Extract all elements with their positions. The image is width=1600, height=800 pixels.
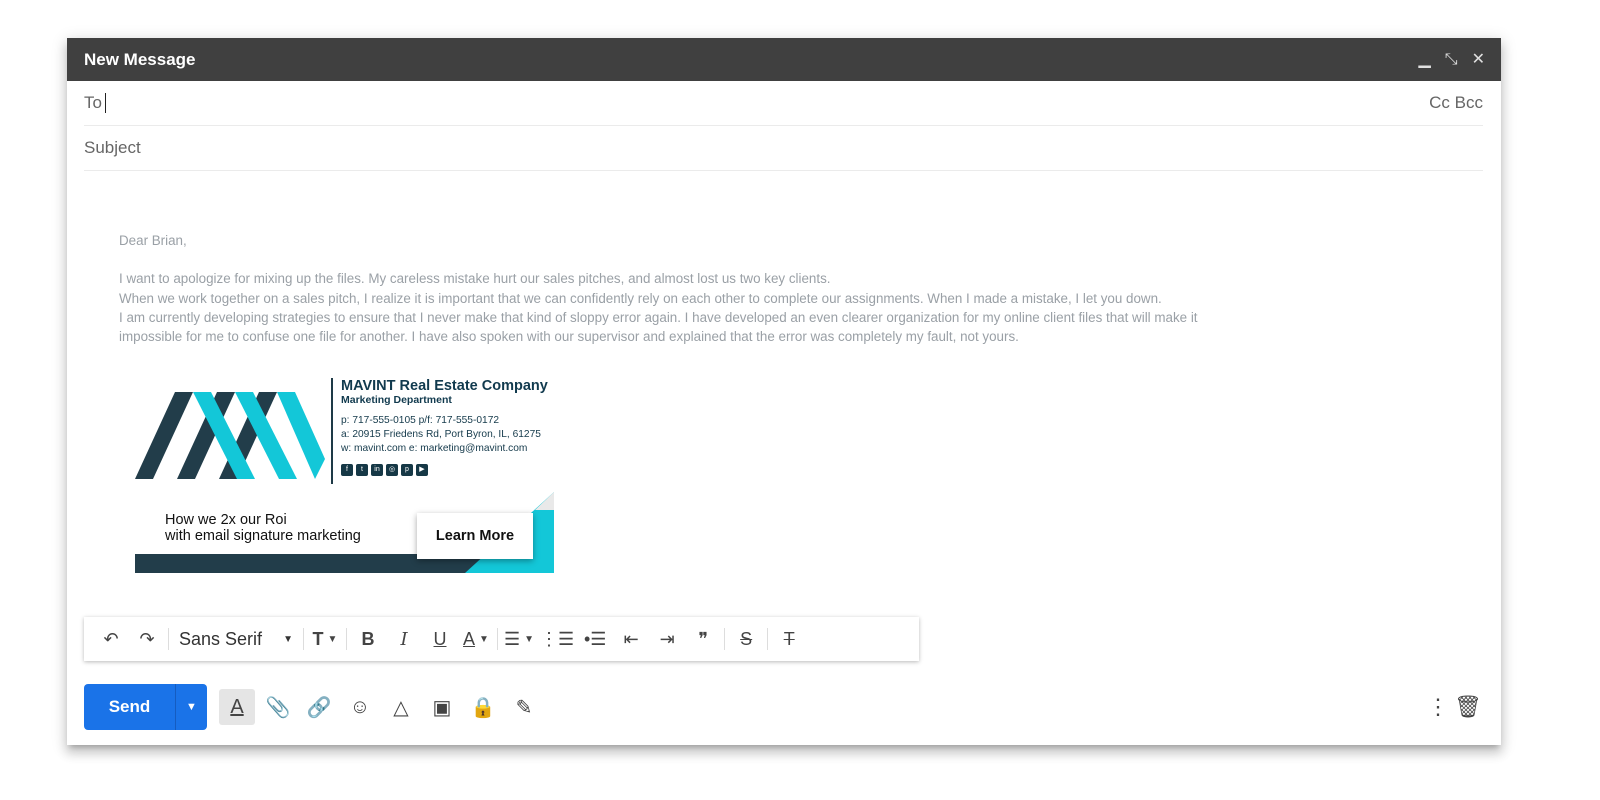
- quote-icon[interactable]: ❞: [688, 624, 718, 654]
- social-icons: f t in ◎ p ▶: [341, 464, 548, 476]
- subject-field[interactable]: Subject: [84, 126, 1483, 171]
- insert-link-icon[interactable]: 🔗: [301, 689, 337, 725]
- text-color-icon[interactable]: A ▼: [461, 624, 491, 654]
- align-icon[interactable]: ☰ ▼: [504, 624, 534, 654]
- phone-line: p: 717-555-0105 p/f: 717-555-0172: [341, 415, 500, 426]
- attach-file-icon[interactable]: 📎: [260, 689, 296, 725]
- cc-bcc-link[interactable]: Cc Bcc: [1429, 93, 1483, 113]
- close-icon[interactable]: ✕: [1472, 51, 1485, 68]
- greeting: Dear Brian,: [119, 233, 187, 248]
- bulleted-list-icon[interactable]: •☰: [580, 624, 610, 654]
- compose-window: New Message ▁ ⤡ ✕ To Cc Bcc Subject Dear…: [67, 38, 1501, 745]
- banner-tagline: How we 2x our Roi with email signature m…: [165, 512, 361, 544]
- youtube-icon[interactable]: ▶: [416, 464, 428, 476]
- linkedin-icon[interactable]: in: [371, 464, 383, 476]
- compose-tools: A 📎 🔗 ☺ △ ▣ 🔒 ✎: [219, 689, 547, 725]
- discard-draft-icon[interactable]: 🗑: [1453, 689, 1483, 725]
- facebook-icon[interactable]: f: [341, 464, 353, 476]
- pinterest-icon[interactable]: p: [401, 464, 413, 476]
- more-options-icon[interactable]: ⋮: [1423, 689, 1453, 725]
- learn-more-button[interactable]: Learn More: [417, 513, 533, 559]
- subject-placeholder[interactable]: Subject: [84, 138, 141, 158]
- compose-bottom-bar: Send ▼ A 📎 🔗 ☺ △ ▣ 🔒 ✎ ⋮ 🗑: [84, 684, 1483, 730]
- text-caret: [104, 93, 106, 113]
- send-button-group: Send ▼: [84, 684, 207, 730]
- web-line[interactable]: w: mavint.com e: marketing@mavint.com: [341, 442, 548, 456]
- message-body[interactable]: Dear Brian, I want to apologize for mixi…: [119, 231, 1369, 346]
- send-options-icon[interactable]: ▼: [176, 684, 207, 730]
- address-line: a: 20915 Friedens Rd, Port Byron, IL, 61…: [341, 429, 541, 440]
- confidential-mode-icon[interactable]: 🔒: [465, 689, 501, 725]
- redo-icon[interactable]: ↷: [132, 624, 162, 654]
- compose-titlebar[interactable]: New Message ▁ ⤡ ✕: [67, 38, 1501, 81]
- to-label: To: [84, 93, 102, 112]
- bold-icon[interactable]: B: [353, 624, 383, 654]
- signature-banner[interactable]: How we 2x our Roi with email signature m…: [135, 492, 554, 573]
- to-field[interactable]: To Cc Bcc: [84, 81, 1483, 126]
- company-name: MAVINT Real Estate Company: [341, 378, 548, 394]
- compose-title: New Message: [84, 49, 196, 69]
- signature-divider: [331, 378, 333, 484]
- formatting-options-icon[interactable]: A: [219, 689, 255, 725]
- indent-more-icon[interactable]: ⇥: [652, 624, 682, 654]
- twitter-icon[interactable]: t: [356, 464, 368, 476]
- numbered-list-icon[interactable]: ⋮☰: [540, 624, 574, 654]
- body-line-4: impossible for me to confuse one file fo…: [119, 329, 1019, 345]
- indent-less-icon[interactable]: ⇤: [616, 624, 646, 654]
- body-line-2: When we work together on a sales pitch, …: [119, 290, 1162, 306]
- drive-icon[interactable]: △: [383, 689, 419, 725]
- italic-icon[interactable]: I: [389, 624, 419, 654]
- remove-formatting-icon[interactable]: T: [774, 624, 804, 654]
- formatting-toolbar: ↶ ↷ Sans Serif ▼ T ▼ B I U A ▼ ☰ ▼ ⋮☰ •☰ ⇤ ⇥…: [84, 617, 919, 661]
- signature-info: MAVINT Real Estate Company Marketing Dep…: [341, 378, 548, 476]
- body-line-3: I am currently developing strategies to …: [119, 309, 1198, 325]
- email-signature: MAVINT Real Estate Company Marketing Dep…: [135, 376, 555, 573]
- underline-icon[interactable]: U: [425, 624, 455, 654]
- body-line-1: I want to apologize for mixing up the fi…: [119, 271, 831, 287]
- font-family-select[interactable]: Sans Serif ▼: [175, 624, 297, 654]
- fullscreen-icon[interactable]: ⤡: [1445, 51, 1458, 68]
- instagram-icon[interactable]: ◎: [386, 464, 398, 476]
- font-size-icon[interactable]: T ▼: [310, 624, 340, 654]
- undo-icon[interactable]: ↶: [96, 624, 126, 654]
- minimize-icon[interactable]: ▁: [1418, 51, 1430, 68]
- insert-photo-icon[interactable]: ▣: [424, 689, 460, 725]
- strikethrough-icon[interactable]: S: [731, 624, 761, 654]
- mavint-logo-icon: [135, 392, 325, 479]
- send-button[interactable]: Send: [84, 684, 176, 730]
- department: Marketing Department: [341, 394, 452, 406]
- emoji-icon[interactable]: ☺: [342, 689, 378, 725]
- signature-icon[interactable]: ✎: [506, 689, 542, 725]
